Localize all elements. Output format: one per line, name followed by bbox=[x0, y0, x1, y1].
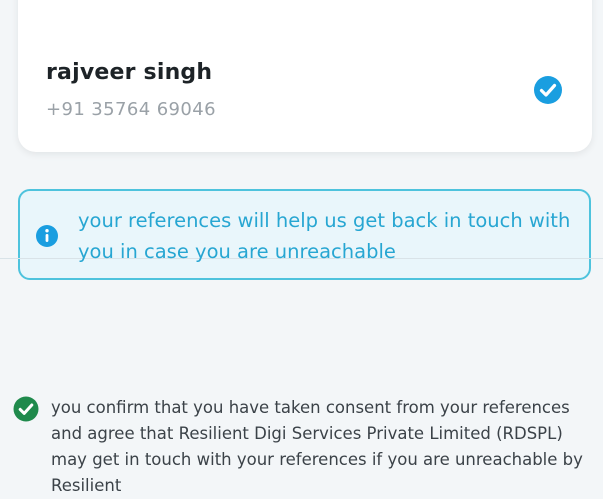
consent-text: you confirm that you have taken consent … bbox=[51, 398, 583, 495]
info-icon bbox=[36, 225, 58, 247]
info-banner-text: your references will help us get back in… bbox=[78, 209, 571, 263]
reference-phone: +91 35764 69046 bbox=[46, 99, 216, 120]
consent-check-icon[interactable] bbox=[13, 396, 39, 422]
selected-check-icon[interactable] bbox=[533, 75, 563, 105]
reference-name: rajveer singh bbox=[46, 60, 213, 85]
